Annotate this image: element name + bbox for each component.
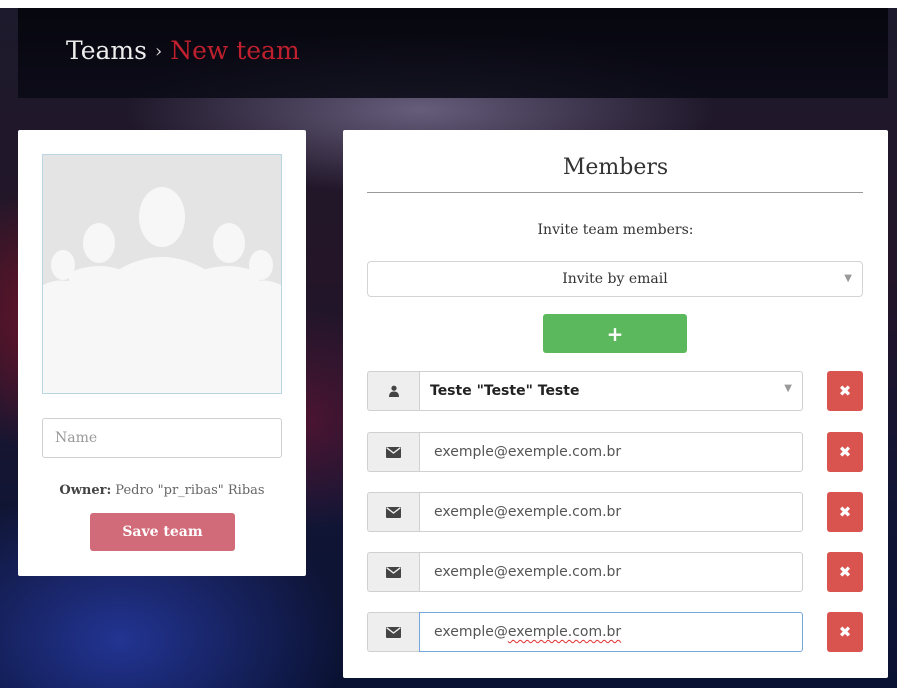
team-image-placeholder[interactable] [42,154,282,394]
top-strip [0,0,897,8]
member-row-user: Teste "Teste" Teste ▼ ✖ [367,371,863,411]
breadcrumb-teams-link[interactable]: Teams [66,36,147,65]
envelope-icon [367,432,420,472]
member-email-input-focused[interactable]: exemple@exemple.com.br [419,612,803,652]
invite-select-value: Invite by email [562,271,668,287]
email-prefix: exemple@ [434,624,508,640]
breadcrumb: Teams › New team [66,36,300,65]
team-silhouette-icon [43,187,281,393]
caret-down-icon: ▼ [844,273,852,284]
user-icon [367,371,420,411]
envelope-icon [367,552,420,592]
breadcrumb-current: New team [170,36,300,65]
breadcrumb-separator: › [154,41,163,62]
member-row-email: exemple@exemple.com.br ✖ [367,492,863,532]
owner-value: Pedro "pr_ribas" Ribas [115,483,265,498]
owner-row: Owner: Pedro "pr_ribas" Ribas [18,483,306,498]
invite-label: Invite team members: [537,222,694,238]
member-email-input[interactable]: exemple@exemple.com.br [419,552,803,592]
member-row-email: exemple@exemple.com.br ✖ [367,612,863,652]
members-card: Members Invite team members: Invite by e… [343,130,888,678]
member-email-input[interactable]: exemple@exemple.com.br [419,432,803,472]
members-divider [367,192,863,193]
remove-member-button[interactable]: ✖ [827,612,863,652]
envelope-icon [367,492,420,532]
remove-member-button[interactable]: ✖ [827,371,863,411]
page-header: Teams › New team [18,8,888,98]
invite-method-select[interactable]: Invite by email ▼ [367,261,863,297]
team-card: Owner:Pedro "pr_ribas" Ribas Save team [18,130,306,576]
member-row-email: exemple@exemple.com.br ✖ [367,432,863,472]
owner-label: Owner: [59,483,112,498]
caret-down-icon: ▼ [784,383,792,394]
envelope-icon [367,612,420,652]
spellcheck-underline: exemple.com.br [507,624,622,640]
save-team-button[interactable]: Save team [90,513,235,551]
member-user-value: Teste "Teste" Teste [430,383,580,399]
member-email-input[interactable]: exemple@exemple.com.br [419,492,803,532]
add-member-button[interactable]: + [543,314,687,353]
member-user-select[interactable]: Teste "Teste" Teste ▼ [419,371,803,411]
remove-member-button[interactable]: ✖ [827,552,863,592]
member-row-email: exemple@exemple.com.br ✖ [367,552,863,592]
members-title: Members [562,155,669,180]
remove-member-button[interactable]: ✖ [827,432,863,472]
remove-member-button[interactable]: ✖ [827,492,863,532]
team-name-input[interactable] [42,418,282,458]
